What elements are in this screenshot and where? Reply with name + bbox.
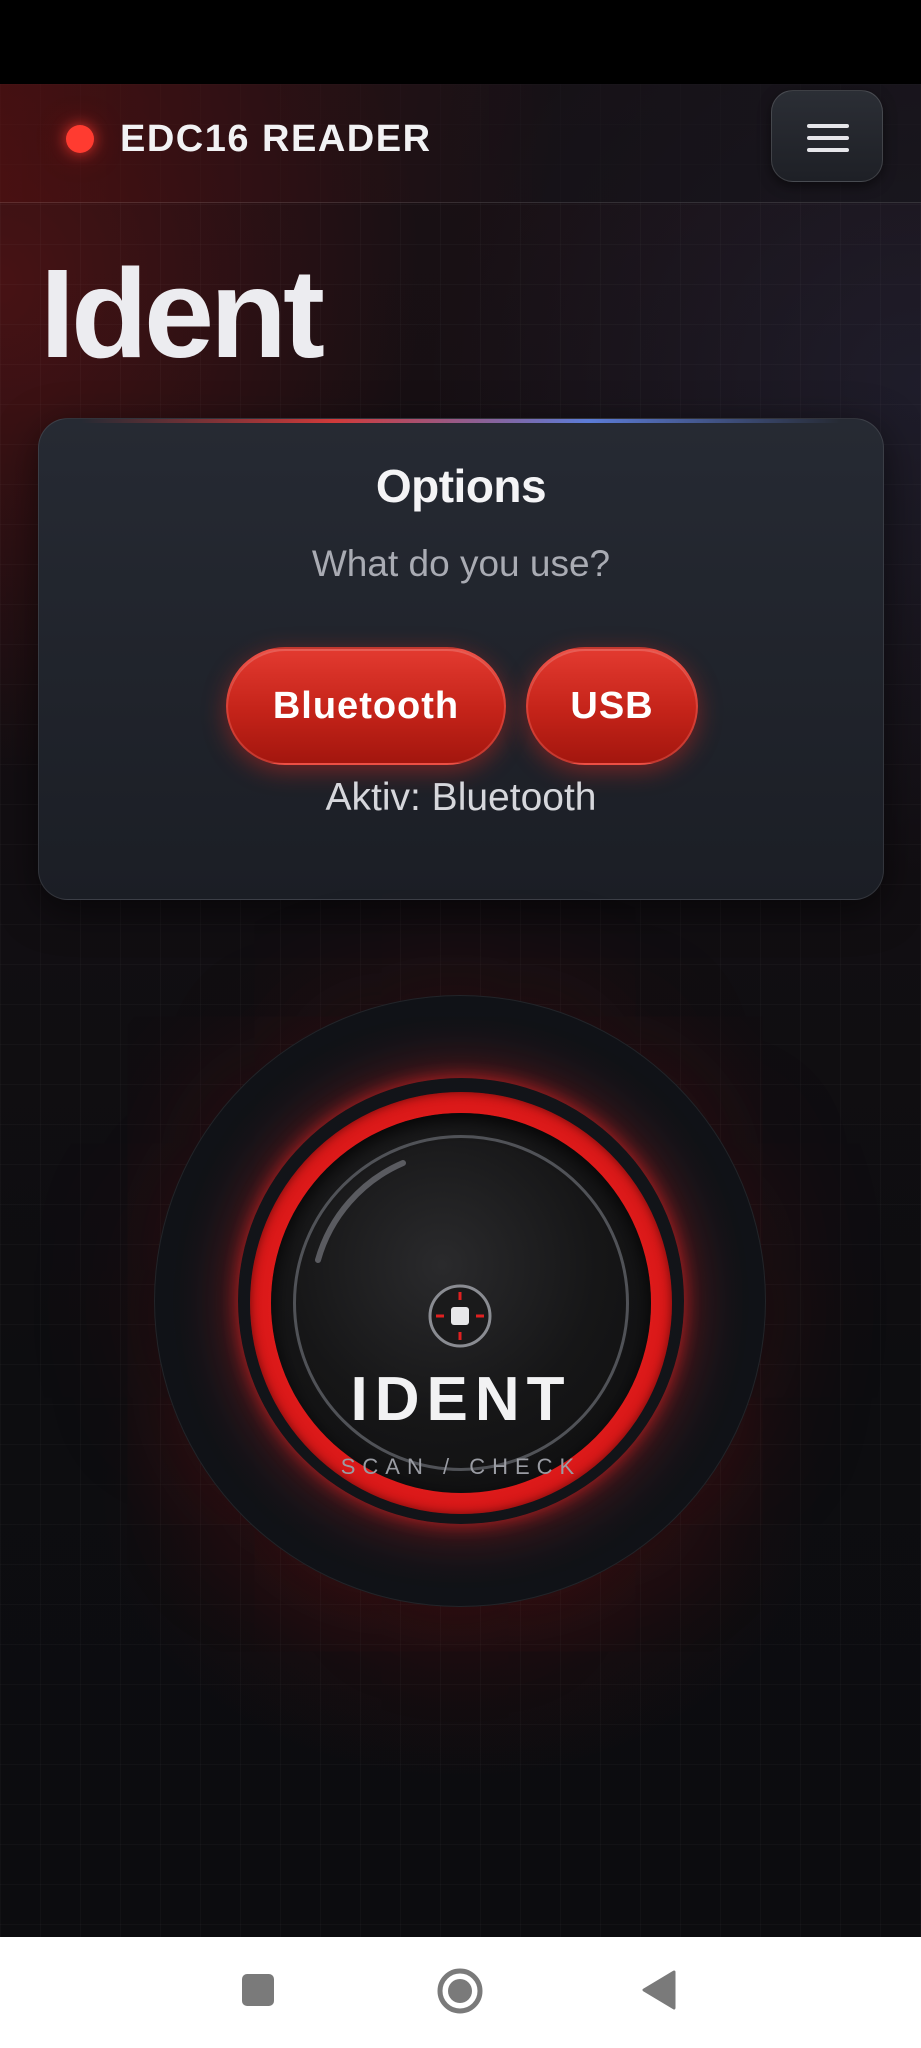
crosshair-icon — [428, 1284, 492, 1348]
back-triangle-icon[interactable] — [642, 1970, 676, 2010]
ident-dial-area: IDENT SCAN / CHECK — [0, 84, 921, 1937]
app-screen: EDC16 READER Ident Options What do you u… — [0, 84, 921, 1937]
system-status-bar — [0, 0, 921, 84]
ident-button-label: IDENT — [350, 1365, 572, 1434]
home-circle-icon[interactable] — [436, 1967, 484, 2015]
recents-square-icon[interactable] — [242, 1974, 274, 2006]
system-navigation-bar — [0, 1937, 921, 2048]
ident-button-sublabel: SCAN / CHECK — [340, 1454, 582, 1479]
